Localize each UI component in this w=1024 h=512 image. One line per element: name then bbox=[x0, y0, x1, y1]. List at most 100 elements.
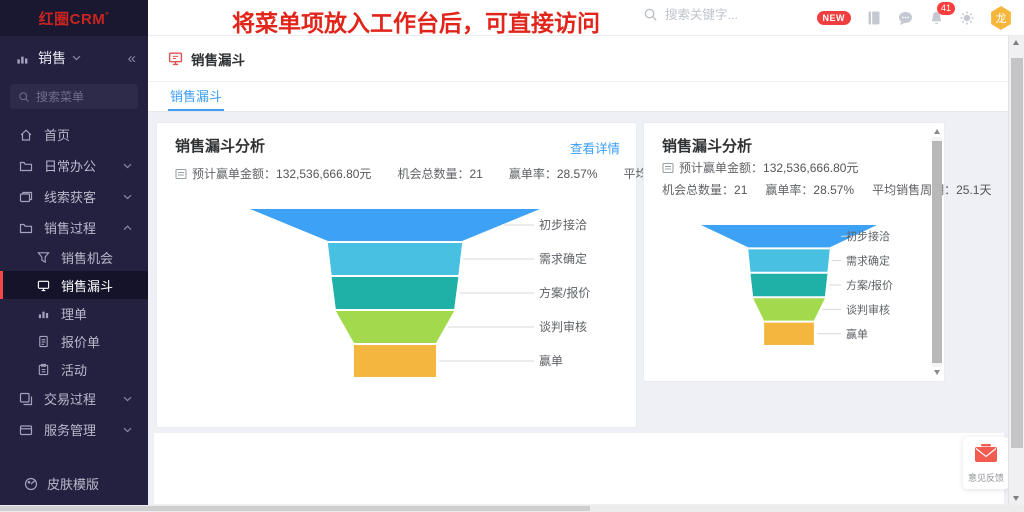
feedback-label: 意见反馈 bbox=[968, 471, 1004, 484]
stat-win-rate: 赢单率：28.57% bbox=[765, 181, 854, 198]
window-vertical-scrollbar bbox=[1008, 36, 1024, 505]
feedback-button[interactable]: 意见反馈 bbox=[963, 437, 1009, 489]
card-title: 销售漏斗分析 bbox=[175, 135, 265, 156]
summary-icon bbox=[662, 162, 674, 174]
sidebar-item-sales-process[interactable]: 销售过程 bbox=[0, 212, 148, 243]
tab-bar: 销售漏斗 bbox=[148, 82, 1008, 112]
funnel-stage-label: 方案/报价 bbox=[539, 285, 590, 300]
sidebar-item-activity[interactable]: 活动 bbox=[0, 355, 148, 383]
browser-icon bbox=[19, 423, 33, 437]
scroll-up-arrow[interactable] bbox=[934, 129, 940, 134]
chevron-down-icon bbox=[123, 163, 132, 169]
summary-icon bbox=[175, 168, 187, 180]
funnel-stage-5[interactable] bbox=[354, 345, 436, 377]
chevron-down-icon bbox=[123, 396, 132, 402]
card-scrollbar bbox=[932, 127, 942, 377]
top-header: 将菜单项放入工作台后，可直接访问 NEW 41 龙 bbox=[148, 0, 1024, 36]
sidebar-collapse-icon[interactable]: « bbox=[128, 50, 136, 67]
logo-bar: 红圈CRM° bbox=[0, 0, 148, 36]
funnel-stats-line1: 预计赢单金额：132,536,666.80元 bbox=[662, 159, 876, 176]
stat-expected-amount: 预计赢单金额：132,536,666.80元 bbox=[192, 165, 371, 182]
layers-icon bbox=[19, 392, 33, 406]
funnel-chart: 初步接洽需求确定方案/报价谈判审核赢单 bbox=[686, 223, 951, 347]
funnel-stage-3[interactable] bbox=[751, 274, 828, 296]
funnel-icon bbox=[37, 251, 50, 264]
tab-sales-funnel[interactable]: 销售漏斗 bbox=[168, 82, 224, 111]
funnel-stage-5[interactable] bbox=[764, 323, 814, 345]
scroll-down-arrow[interactable] bbox=[1013, 496, 1019, 501]
funnel-stage-label: 赢单 bbox=[846, 327, 868, 341]
journal-icon[interactable] bbox=[866, 10, 882, 26]
funnel-stage-label: 需求确定 bbox=[846, 254, 890, 268]
sidebar-search[interactable] bbox=[10, 84, 138, 109]
funnel-stage-2[interactable] bbox=[328, 243, 462, 275]
chevron-down-icon bbox=[123, 194, 132, 200]
folder-icon bbox=[19, 221, 33, 235]
sidebar-item-service-management[interactable]: 服务管理 bbox=[0, 414, 148, 445]
module-switcher[interactable]: 销售 « bbox=[0, 36, 148, 76]
funnel-stage-3[interactable] bbox=[332, 277, 459, 309]
chevron-up-icon bbox=[123, 225, 132, 231]
sidebar-nav: 首页 日常办公 线索获客 销售过程 销售机会 销售漏斗 理单 bbox=[0, 119, 148, 445]
bell-icon[interactable]: 41 bbox=[929, 10, 944, 26]
window-horizontal-scrollbar bbox=[0, 505, 1024, 512]
page-title: 销售漏斗 bbox=[191, 49, 245, 69]
bar-chart-icon bbox=[37, 307, 50, 320]
funnel-stage-label: 初步接洽 bbox=[846, 229, 890, 243]
sidebar-item-daily-office[interactable]: 日常办公 bbox=[0, 150, 148, 181]
scrollbar-thumb[interactable] bbox=[0, 506, 590, 511]
scroll-down-arrow[interactable] bbox=[934, 370, 940, 375]
sidebar-item-lead-acquisition[interactable]: 线索获客 bbox=[0, 181, 148, 212]
view-details-link[interactable]: 查看详情 bbox=[570, 138, 620, 157]
clipboard-icon bbox=[37, 363, 50, 376]
notification-count-badge: 41 bbox=[937, 2, 955, 15]
stat-win-rate: 赢单率：28.57% bbox=[509, 165, 598, 182]
sidebar-item-quotation[interactable]: 报价单 bbox=[0, 327, 148, 355]
bottom-panel bbox=[153, 432, 1005, 505]
sidebar-item-sales-funnel[interactable]: 销售漏斗 bbox=[0, 271, 148, 299]
scroll-up-arrow[interactable] bbox=[1013, 40, 1019, 45]
sidebar-item-order-management[interactable]: 理单 bbox=[0, 299, 148, 327]
funnel-stage-2[interactable] bbox=[748, 249, 829, 271]
sidebar: 红圈CRM° 销售 « 首页 日常办公 线索获客 bbox=[0, 0, 148, 505]
header-actions: NEW 41 龙 bbox=[817, 0, 1013, 36]
main-content: 销售漏斗分析 查看详情 预计赢单金额：132,536,666.80元 机会总数量… bbox=[148, 112, 1008, 505]
sales-funnel-analysis-card-right: 销售漏斗分析 预计赢单金额：132,536,666.80元 机会总数量：21 赢… bbox=[643, 122, 945, 382]
stat-total-opportunities: 机会总数量：21 bbox=[662, 181, 747, 198]
message-icon[interactable] bbox=[897, 10, 914, 26]
gear-icon[interactable] bbox=[959, 10, 975, 26]
funnel-stage-1[interactable] bbox=[250, 209, 540, 241]
annotation-text: 将菜单项放入工作台后，可直接访问 bbox=[232, 4, 600, 38]
funnel-stage-label: 赢单 bbox=[539, 353, 563, 368]
stat-total-opportunities: 机会总数量：21 bbox=[397, 165, 482, 182]
global-search-input[interactable] bbox=[665, 8, 795, 22]
funnel-chart: 初步接洽需求确定方案/报价谈判审核赢单 bbox=[213, 207, 613, 379]
sidebar-item-home[interactable]: 首页 bbox=[0, 119, 148, 150]
scrollbar-thumb[interactable] bbox=[1011, 58, 1023, 448]
new-badge[interactable]: NEW bbox=[817, 11, 852, 25]
monitor-icon bbox=[168, 51, 183, 66]
funnel-stage-4[interactable] bbox=[336, 311, 454, 343]
sales-funnel-analysis-card-left: 销售漏斗分析 查看详情 预计赢单金额：132,536,666.80元 机会总数量… bbox=[156, 122, 637, 428]
sidebar-item-transaction-process[interactable]: 交易过程 bbox=[0, 383, 148, 414]
module-label: 销售 bbox=[38, 48, 66, 68]
folder-icon bbox=[19, 159, 33, 173]
funnel-chart-right: 初步接洽需求确定方案/报价谈判审核赢单 bbox=[686, 223, 951, 352]
global-search[interactable] bbox=[643, 7, 795, 22]
avatar[interactable]: 龙 bbox=[990, 6, 1012, 30]
chevron-down-icon bbox=[123, 427, 132, 433]
scrollbar-thumb[interactable] bbox=[932, 141, 942, 363]
card-title: 销售漏斗分析 bbox=[662, 135, 752, 156]
breadcrumb: 销售漏斗 bbox=[148, 36, 1008, 82]
skin-template-button[interactable]: 皮肤模版 bbox=[0, 474, 148, 493]
home-icon bbox=[19, 128, 33, 142]
sidebar-search-input[interactable] bbox=[36, 90, 136, 104]
search-icon bbox=[643, 7, 658, 22]
sidebar-item-sales-opportunity[interactable]: 销售机会 bbox=[0, 243, 148, 271]
chart-bars-icon bbox=[16, 52, 29, 65]
chevron-down-icon bbox=[72, 55, 81, 61]
funnel-stage-label: 谈判审核 bbox=[846, 302, 890, 316]
funnel-stage-4[interactable] bbox=[753, 298, 825, 320]
window-icon bbox=[19, 190, 33, 204]
funnel-stage-label: 谈判审核 bbox=[539, 319, 587, 334]
